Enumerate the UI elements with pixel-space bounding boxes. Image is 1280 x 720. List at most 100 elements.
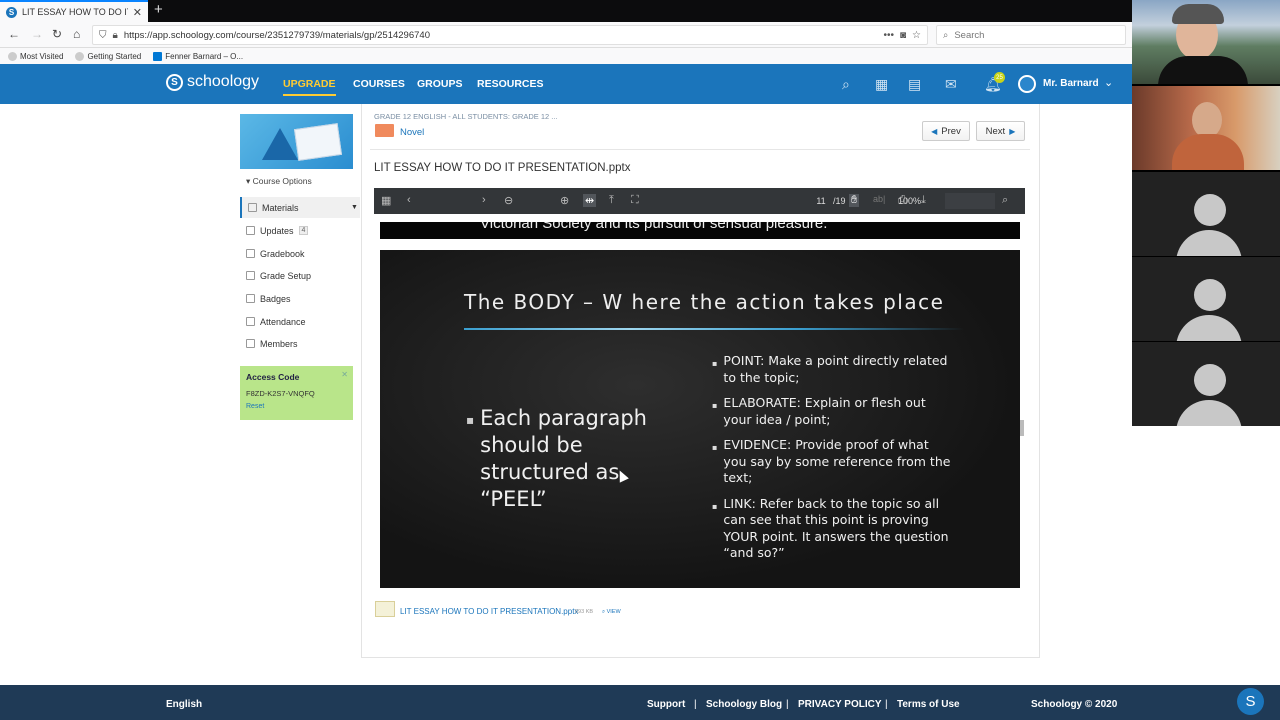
- apps-grid-icon[interactable]: ▦: [875, 76, 888, 93]
- new-tab-icon[interactable]: +: [154, 1, 163, 18]
- fullscreen-icon[interactable]: ⛶: [631, 194, 639, 207]
- pocket-icon[interactable]: ◙: [900, 30, 906, 41]
- calendar-icon[interactable]: ▤: [908, 76, 921, 93]
- updates-icon: [246, 226, 255, 235]
- attachment-view-link[interactable]: ⌕ VIEW: [602, 609, 621, 616]
- presenter-cap: [1172, 4, 1224, 24]
- schoology-s-icon: S: [166, 73, 183, 91]
- footer-link-blog[interactable]: Schoology Blog: [706, 699, 782, 710]
- browser-nav-bar: ← → ↻ ⌂ ⛉ 🔒︎ https://app.schoology.com/c…: [0, 22, 1132, 48]
- sidebar-item-grade-setup[interactable]: Grade Setup: [240, 265, 360, 286]
- forward-icon[interactable]: →: [31, 27, 43, 41]
- lock-icon: 🔒︎: [112, 29, 118, 41]
- sidebar-item-members[interactable]: Members: [240, 333, 360, 354]
- zoom-out-icon[interactable]: ⊖: [504, 194, 513, 207]
- nav-groups[interactable]: GROUPS: [417, 78, 463, 90]
- bullet-icon: ▪: [712, 501, 718, 511]
- sidebar-item-gradebook[interactable]: Gradebook: [240, 243, 360, 264]
- attachment-link[interactable]: LIT ESSAY HOW TO DO IT PRESENTATION.pptx: [400, 607, 578, 616]
- viewer-scrollbar[interactable]: [1020, 420, 1024, 436]
- schoology-favicon-icon: S: [6, 6, 17, 18]
- gear-icon: [8, 51, 17, 61]
- sidebar-item-attendance[interactable]: Attendance: [240, 311, 360, 332]
- bookmark-getting-started[interactable]: Getting Started: [75, 51, 141, 61]
- schoology-logo[interactable]: S schoology: [166, 73, 259, 91]
- avatar[interactable]: [1018, 75, 1036, 93]
- chevron-down-icon[interactable]: ⌄: [1104, 76, 1113, 89]
- shield-icon: ⛉: [99, 29, 107, 41]
- reset-link[interactable]: Reset: [246, 403, 347, 410]
- footer-link-support[interactable]: Support: [647, 699, 685, 710]
- video-tile-participant[interactable]: [1132, 342, 1280, 426]
- participant-avatar-body: [1176, 400, 1242, 426]
- footer-link-terms[interactable]: Terms of Use: [897, 699, 960, 710]
- participant-avatar-body: [1176, 230, 1242, 256]
- video-tile-participant[interactable]: [1132, 172, 1280, 256]
- bullet-icon: ▪: [712, 359, 718, 368]
- pan-hand-icon[interactable]: ✋︎: [849, 194, 860, 207]
- fit-page-icon[interactable]: ⤒: [609, 194, 614, 207]
- next-button[interactable]: Next ▶: [976, 121, 1025, 141]
- zoom-in-icon[interactable]: ⊕: [560, 194, 569, 207]
- caret-down-icon: ▼: [351, 204, 358, 211]
- prev-button[interactable]: ◀ Prev: [922, 121, 970, 141]
- bookmark-fenner-barnard[interactable]: Fenner Barnard – O...: [153, 51, 243, 61]
- browser-tab-bar: S LIT ESSAY HOW TO DO IT PRES ✕ +: [0, 0, 1132, 22]
- search-input[interactable]: ⌕ Search: [936, 25, 1126, 45]
- search-icon[interactable]: ⌕: [1002, 194, 1008, 207]
- home-icon[interactable]: ⌂: [73, 27, 80, 41]
- print-icon[interactable]: ⎙: [898, 194, 907, 207]
- previous-slide-edge: Victorian Society and its pursuit of sen…: [380, 222, 1020, 239]
- badges-icon: [246, 294, 255, 303]
- bookmark-most-visited[interactable]: Most Visited: [8, 51, 63, 61]
- previous-page-icon[interactable]: ‹: [407, 194, 411, 206]
- sidebar-item-badges[interactable]: Badges: [240, 288, 360, 309]
- gradebook-icon: [246, 249, 255, 258]
- thumbnails-icon[interactable]: ▦: [381, 194, 391, 207]
- back-icon[interactable]: ←: [8, 27, 20, 41]
- bookmark-star-icon[interactable]: ☆: [912, 30, 921, 41]
- copyright: Schoology © 2020: [1031, 699, 1118, 710]
- footer-link-privacy[interactable]: PRIVACY POLICY: [798, 699, 882, 710]
- breadcrumb[interactable]: GRADE 12 ENGLISH - ALL STUDENTS: GRADE 1…: [374, 112, 558, 121]
- course-options-button[interactable]: ▾ Course Options: [246, 176, 312, 187]
- slide-point: ▪ EVIDENCE: Provide proof of what you say…: [712, 437, 951, 485]
- viewer-toolbar: ▦ ‹ 11 /19 › ⊖ 100% ⊕ ⇹ ⤒ ⛶ ✋︎ ab| ⎙ ⤓ ⌕: [374, 188, 1025, 214]
- close-icon[interactable]: ✕: [341, 370, 348, 379]
- participant-avatar-icon: [1194, 194, 1226, 226]
- attendance-icon: [246, 317, 255, 326]
- chevron-right-icon: ▶: [1009, 126, 1016, 136]
- more-icon[interactable]: •••: [883, 30, 894, 41]
- user-name[interactable]: Mr. Barnard: [1043, 78, 1099, 89]
- video-tile-participant[interactable]: [1132, 257, 1280, 341]
- access-code-box: Access Code ✕ F8ZD-K2S7-VNQFQ Reset: [240, 366, 353, 420]
- sidebar-item-updates[interactable]: Updates 4: [240, 220, 360, 241]
- nav-upgrade[interactable]: UPGRADE: [283, 78, 336, 96]
- next-page-icon[interactable]: ›: [482, 194, 486, 206]
- access-code-value: F8ZD-K2S7-VNQFQ: [246, 389, 315, 398]
- page-number-input[interactable]: 11: [807, 193, 835, 209]
- folder-link[interactable]: Novel: [400, 127, 424, 138]
- search-icon[interactable]: ⌕: [842, 76, 850, 93]
- text-select-icon[interactable]: ab|: [873, 194, 885, 204]
- screen: S LIT ESSAY HOW TO DO IT PRES ✕ + ← → ↻ …: [0, 0, 1280, 720]
- footer-separator: |: [694, 699, 697, 710]
- browser-tab[interactable]: S LIT ESSAY HOW TO DO IT PRES ✕: [0, 0, 148, 22]
- book-graphic: [293, 123, 343, 161]
- chat-button[interactable]: S: [1237, 688, 1264, 715]
- fit-width-icon[interactable]: ⇹: [583, 194, 597, 207]
- nav-courses[interactable]: COURSES: [353, 78, 405, 90]
- video-tile-student[interactable]: [1132, 86, 1280, 170]
- video-tile-presenter[interactable]: [1132, 0, 1280, 84]
- download-icon[interactable]: ⤓: [921, 194, 926, 207]
- url-bar[interactable]: ⛉ 🔒︎ https://app.schoology.com/course/23…: [92, 25, 928, 45]
- messages-icon[interactable]: ✉: [945, 76, 957, 93]
- nav-resources[interactable]: RESOURCES: [477, 78, 544, 90]
- attachment-size: 693 KB: [575, 609, 594, 615]
- close-tab-icon[interactable]: ✕: [133, 6, 142, 19]
- reload-icon[interactable]: ↻: [52, 27, 62, 41]
- sidebar-item-materials[interactable]: Materials ▼: [240, 197, 360, 218]
- viewer-search-input[interactable]: [945, 193, 995, 209]
- language-selector[interactable]: English: [166, 699, 202, 710]
- slide-point: ▪ LINK: Refer back to the topic so all ca…: [712, 495, 949, 561]
